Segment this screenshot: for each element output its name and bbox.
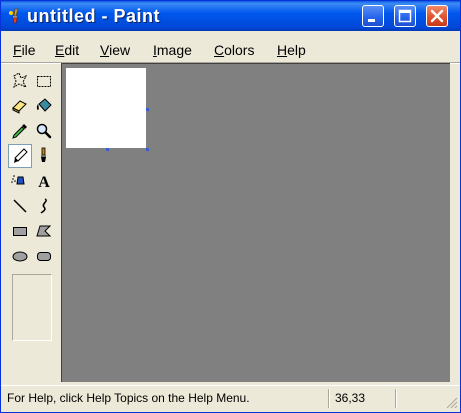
text-icon: A xyxy=(38,174,50,191)
workspace xyxy=(61,63,450,382)
brush-icon xyxy=(41,147,46,162)
resize-handle-right[interactable] xyxy=(146,108,149,111)
menu-help-accel: H xyxy=(277,42,288,58)
title-bar[interactable]: untitled - Paint xyxy=(1,1,460,31)
tool-options-box[interactable] xyxy=(12,274,52,341)
menu-image[interactable]: Image xyxy=(153,42,192,58)
menu-file[interactable]: File xyxy=(13,42,36,58)
menu-colors-label: olors xyxy=(224,42,255,58)
menu-colors-accel: C xyxy=(214,42,225,58)
ellipse-icon xyxy=(12,251,28,262)
tool-select[interactable] xyxy=(32,69,56,93)
menu-help-label: elp xyxy=(287,42,306,58)
magnifier-icon xyxy=(36,123,52,139)
pencil-icon xyxy=(14,148,28,163)
paint-bucket-icon xyxy=(36,98,52,112)
tool-box: A xyxy=(5,66,57,384)
free-form-select-icon xyxy=(13,72,28,89)
airbrush-icon xyxy=(11,175,25,185)
minimize-icon xyxy=(368,19,375,22)
rounded-rectangle-icon xyxy=(37,252,51,261)
menu-colors[interactable]: Colors xyxy=(214,42,254,58)
tool-free-form-select[interactable] xyxy=(8,69,32,93)
tool-ellipse[interactable] xyxy=(8,244,32,268)
menu-view-accel: V xyxy=(100,42,110,58)
maximize-icon xyxy=(398,9,412,23)
menu-file-label: ile xyxy=(21,42,36,58)
minimize-button[interactable] xyxy=(362,5,384,27)
tool-rectangle[interactable] xyxy=(8,219,32,243)
polygon-icon xyxy=(36,225,52,237)
tool-curve[interactable] xyxy=(32,194,56,218)
menu-help[interactable]: Help xyxy=(277,42,306,58)
status-help-text: For Help, click Help Topics on the Help … xyxy=(7,391,250,405)
menu-image-label: mage xyxy=(156,42,192,58)
text-icon-glyph: A xyxy=(38,174,50,191)
close-button[interactable] xyxy=(426,5,448,27)
menu-file-accel: F xyxy=(13,42,22,58)
tool-polygon[interactable] xyxy=(32,219,56,243)
menu-view[interactable]: View xyxy=(100,42,130,58)
window-title: untitled - Paint xyxy=(27,6,160,26)
tool-magnifier[interactable] xyxy=(32,119,56,143)
status-divider xyxy=(395,389,397,408)
line-icon xyxy=(13,199,27,213)
status-bar: For Help, click Help Topics on the Help … xyxy=(1,385,460,411)
resize-handle-corner[interactable] xyxy=(146,148,149,151)
menu-edit[interactable]: Edit xyxy=(55,42,79,58)
tool-eraser[interactable] xyxy=(8,94,32,118)
tool-rounded-rectangle[interactable] xyxy=(32,244,56,268)
tool-airbrush[interactable] xyxy=(8,169,32,193)
close-icon xyxy=(430,9,444,23)
eyedropper-icon xyxy=(12,124,27,139)
tool-brush[interactable] xyxy=(32,144,56,168)
tool-text[interactable]: A xyxy=(32,169,56,193)
tool-fill-with-color[interactable] xyxy=(32,94,56,118)
tool-pick-color[interactable] xyxy=(8,119,32,143)
tool-line[interactable] xyxy=(8,194,32,218)
tool-pencil[interactable] xyxy=(8,144,32,168)
menu-edit-label: dit xyxy=(64,42,80,58)
menu-edit-accel: E xyxy=(55,42,65,58)
eraser-icon xyxy=(12,100,27,114)
resize-handle-bottom[interactable] xyxy=(106,148,109,151)
status-divider xyxy=(328,389,330,408)
rectangle-icon xyxy=(13,227,27,236)
maximize-button[interactable] xyxy=(394,5,416,27)
menu-bar: File Edit View Image Colors Help xyxy=(1,39,460,61)
resize-grip-icon[interactable] xyxy=(445,396,458,409)
curve-icon xyxy=(40,198,47,214)
menu-view-label: iew xyxy=(109,42,131,58)
rectangle-select-icon xyxy=(37,76,51,87)
drawing-canvas[interactable] xyxy=(66,68,146,148)
paint-brush-icon[interactable] xyxy=(6,8,22,24)
status-coordinates: 36,33 xyxy=(335,391,366,405)
paint-window: untitled - Paint File Edit View Image Co… xyxy=(0,0,461,413)
